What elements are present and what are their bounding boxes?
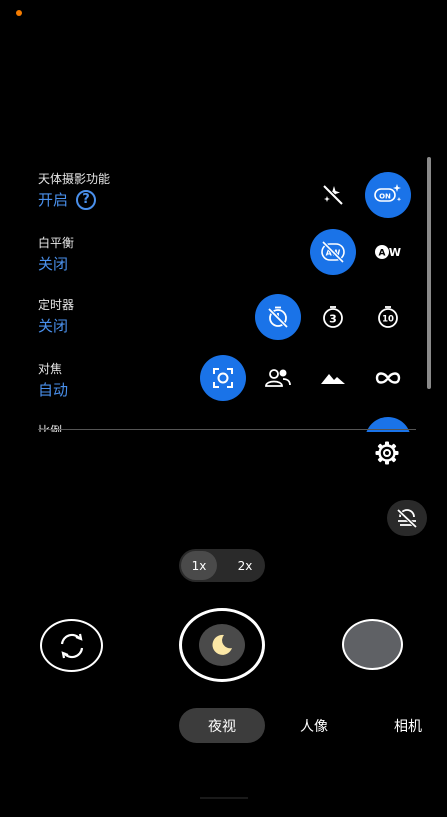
switch-camera-button[interactable] (40, 619, 103, 672)
focus-auto-icon[interactable] (200, 355, 246, 401)
zoom-selector: 1x 2x (179, 549, 265, 582)
mode-night-sight[interactable]: 夜视 (179, 708, 265, 743)
timer-3-text: 3 (329, 313, 337, 326)
settings-panel-divider (38, 429, 416, 430)
setting-value-timer: 关闭 (38, 317, 69, 335)
setting-label-ratio: 比例 (38, 424, 63, 432)
hdr-off-icon[interactable] (387, 500, 427, 536)
mode-camera[interactable]: 相机 (378, 708, 438, 743)
navigation-handle[interactable] (200, 797, 248, 799)
mode-portrait[interactable]: 人像 (284, 708, 344, 743)
status-indicator-dot (16, 10, 22, 16)
moon-icon (212, 634, 232, 655)
setting-label-focus: 对焦 (38, 362, 63, 376)
setting-row-astro: 天体摄影功能 开启 ? ON (0, 170, 430, 230)
setting-label-white-balance: 白平衡 (38, 236, 75, 250)
stars-off-icon[interactable] (310, 172, 356, 218)
setting-row-timer: 定时器 关闭 3 10 (0, 294, 430, 356)
timer-10-text: 10 (382, 315, 394, 325)
gear-icon[interactable] (370, 436, 404, 470)
setting-row-ratio: 比例 (0, 417, 430, 432)
switch-camera-icon (60, 633, 83, 658)
auto-wb-icon[interactable]: A W (365, 229, 411, 275)
zoom-option-1x[interactable]: 1x (181, 551, 217, 580)
focus-landscape-icon[interactable] (310, 355, 356, 401)
gallery-thumbnail[interactable] (342, 619, 403, 670)
setting-value-astro: 开启 ? (38, 189, 97, 210)
focus-infinity-icon[interactable] (365, 355, 411, 401)
timer-off-icon[interactable] (255, 294, 301, 340)
setting-value-focus: 自动 (38, 381, 69, 399)
timer-3-icon[interactable]: 3 (310, 294, 356, 340)
settings-scrollbar[interactable] (427, 157, 431, 389)
setting-value-white-balance: 关闭 (38, 255, 69, 273)
setting-value-astro-text: 开启 (38, 191, 69, 209)
shutter-button[interactable] (179, 608, 265, 682)
stars-on-text: ON (379, 193, 391, 201)
svg-text:W: W (389, 246, 401, 259)
timer-10-icon[interactable]: 10 (365, 294, 411, 340)
setting-label-astro: 天体摄影功能 (38, 172, 111, 186)
mode-selector: 夜视 人像 相机 (0, 708, 447, 744)
settings-panel: 天体摄影功能 开启 ? ON 白平衡 关闭 A W 定时器 关闭 3 10 对焦… (0, 150, 447, 432)
svg-text:A: A (379, 249, 386, 259)
auto-wb-off-icon[interactable]: AW (310, 229, 356, 275)
stars-on-icon[interactable]: ON (365, 172, 411, 218)
setting-label-timer: 定时器 (38, 298, 75, 312)
zoom-option-2x[interactable]: 2x (227, 551, 263, 580)
shutter-inner (199, 624, 245, 666)
setting-row-white-balance: 白平衡 关闭 AW A W (0, 229, 430, 294)
help-circle-icon[interactable]: ? (76, 189, 97, 210)
setting-row-focus: 对焦 自动 (0, 355, 430, 420)
focus-people-icon[interactable] (255, 355, 301, 401)
